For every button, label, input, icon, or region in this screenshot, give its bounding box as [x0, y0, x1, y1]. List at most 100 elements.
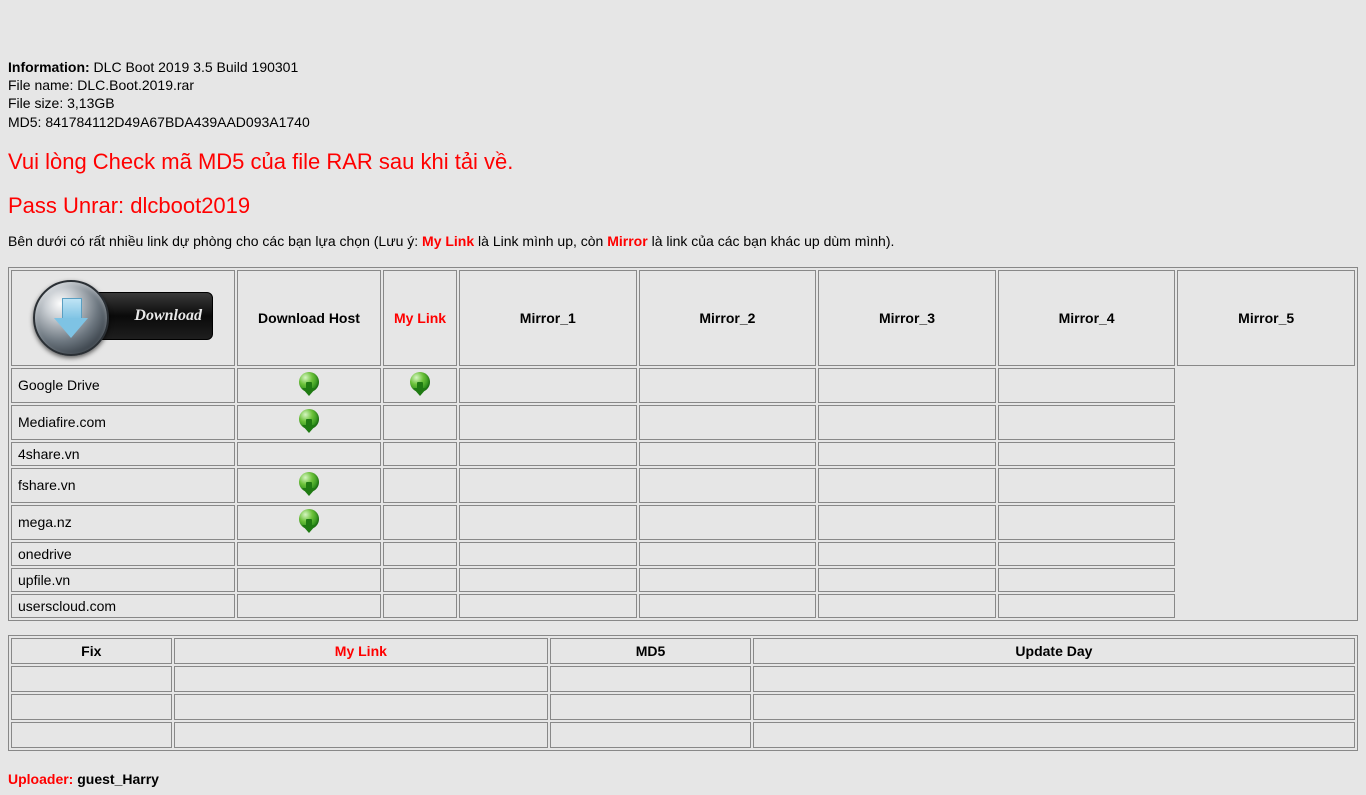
fix-update-cell	[753, 666, 1355, 692]
uploader-name: guest_Harry	[77, 771, 159, 787]
host-name: userscloud.com	[11, 594, 235, 618]
cell-mirror_5	[998, 442, 1176, 466]
cell-mirror_1	[383, 542, 457, 566]
uploader-label: Uploader:	[8, 771, 73, 787]
table-row: 4share.vn	[11, 442, 1355, 466]
cell-mirror_2	[459, 505, 637, 540]
cell-mirror_2	[459, 594, 637, 618]
cell-my_link	[237, 505, 381, 540]
download-badge-cell: Download	[11, 270, 235, 366]
note-mylink: My Link	[422, 233, 474, 249]
filename-value: DLC.Boot.2019.rar	[77, 77, 194, 93]
cell-my_link	[237, 568, 381, 592]
col-mirror-4: Mirror_4	[998, 270, 1176, 366]
fix-cell	[11, 722, 172, 748]
table-row: userscloud.com	[11, 594, 1355, 618]
cell-mirror_2	[459, 468, 637, 503]
cell-mirror_1	[383, 368, 457, 403]
cell-mirror_5	[998, 568, 1176, 592]
host-name: fshare.vn	[11, 468, 235, 503]
col-mirror-1: Mirror_1	[459, 270, 637, 366]
cell-mirror_2	[459, 442, 637, 466]
info-block: Information: DLC Boot 2019 3.5 Build 190…	[8, 58, 1358, 131]
table-row: fshare.vn	[11, 468, 1355, 503]
cell-mirror_5	[998, 594, 1176, 618]
col-mirror-5: Mirror_5	[1177, 270, 1355, 366]
cell-mirror_3	[639, 594, 817, 618]
col-mirror-3: Mirror_3	[818, 270, 996, 366]
download-globe-icon[interactable]	[297, 472, 321, 496]
cell-mirror_3	[639, 505, 817, 540]
check-md5-heading: Vui lòng Check mã MD5 của file RAR sau k…	[8, 149, 1358, 175]
note-prefix: Bên dưới có rất nhiều link dự phòng cho …	[8, 233, 422, 249]
fix-mylink-cell	[174, 666, 549, 692]
table-row	[11, 722, 1355, 748]
cell-mirror_4	[818, 594, 996, 618]
download-globe-icon[interactable]	[297, 409, 321, 433]
download-badge[interactable]: Download	[33, 274, 213, 359]
cell-mirror_1	[383, 568, 457, 592]
col-my-link: My Link	[383, 270, 457, 366]
cell-my_link	[237, 368, 381, 403]
download-globe-icon[interactable]	[297, 509, 321, 533]
cell-mirror_5	[998, 405, 1176, 440]
col-download-host: Download Host	[237, 270, 381, 366]
cell-mirror_3	[639, 468, 817, 503]
download-globe-icon[interactable]	[297, 372, 321, 396]
uploader-line: Uploader: guest_Harry	[8, 771, 1358, 787]
cell-mirror_4	[818, 442, 996, 466]
table-row: onedrive	[11, 542, 1355, 566]
host-name: Google Drive	[11, 368, 235, 403]
host-name: 4share.vn	[11, 442, 235, 466]
cell-mirror_4	[818, 568, 996, 592]
download-disc-icon	[33, 280, 109, 356]
download-table: Download Download Host My Link Mirror_1 …	[8, 267, 1358, 621]
cell-mirror_3	[639, 568, 817, 592]
note-line: Bên dưới có rất nhiều link dự phòng cho …	[8, 233, 1358, 249]
cell-mirror_4	[818, 405, 996, 440]
cell-mirror_1	[383, 405, 457, 440]
fix-update-cell	[753, 694, 1355, 720]
fix-col-md5: MD5	[550, 638, 751, 664]
fix-table: Fix My Link MD5 Update Day	[8, 635, 1358, 751]
cell-mirror_2	[459, 368, 637, 403]
cell-mirror_5	[998, 542, 1176, 566]
cell-my_link	[237, 405, 381, 440]
table-row	[11, 694, 1355, 720]
info-label: Information:	[8, 59, 90, 75]
table-row: mega.nz	[11, 505, 1355, 540]
cell-my_link	[237, 542, 381, 566]
cell-my_link	[237, 468, 381, 503]
fix-cell	[11, 666, 172, 692]
cell-mirror_1	[383, 505, 457, 540]
host-name: onedrive	[11, 542, 235, 566]
note-suffix: là link của các bạn khác up dùm mình).	[648, 233, 895, 249]
col-mirror-2: Mirror_2	[639, 270, 817, 366]
cell-mirror_3	[639, 542, 817, 566]
table-row	[11, 666, 1355, 692]
table-row: Google Drive	[11, 368, 1355, 403]
fix-col-mylink: My Link	[174, 638, 549, 664]
pass-unrar-heading: Pass Unrar: dlcboot2019	[8, 193, 1358, 219]
fix-md5-cell	[550, 694, 751, 720]
cell-mirror_5	[998, 505, 1176, 540]
fix-mylink-cell	[174, 694, 549, 720]
cell-mirror_5	[998, 468, 1176, 503]
cell-mirror_1	[383, 468, 457, 503]
cell-mirror_2	[459, 542, 637, 566]
cell-my_link	[237, 442, 381, 466]
table-row: Mediafire.com	[11, 405, 1355, 440]
fix-col-fix: Fix	[11, 638, 172, 664]
filesize-value: 3,13GB	[67, 95, 114, 111]
download-globe-icon[interactable]	[408, 372, 432, 396]
fix-col-update: Update Day	[753, 638, 1355, 664]
cell-mirror_4	[818, 468, 996, 503]
fix-md5-cell	[550, 722, 751, 748]
filename-label: File name:	[8, 77, 73, 93]
note-mid: là Link mình up, còn	[474, 233, 607, 249]
info-title: DLC Boot 2019 3.5 Build 190301	[94, 59, 299, 75]
cell-mirror_4	[818, 368, 996, 403]
host-name: upfile.vn	[11, 568, 235, 592]
filesize-label: File size:	[8, 95, 63, 111]
fix-md5-cell	[550, 666, 751, 692]
